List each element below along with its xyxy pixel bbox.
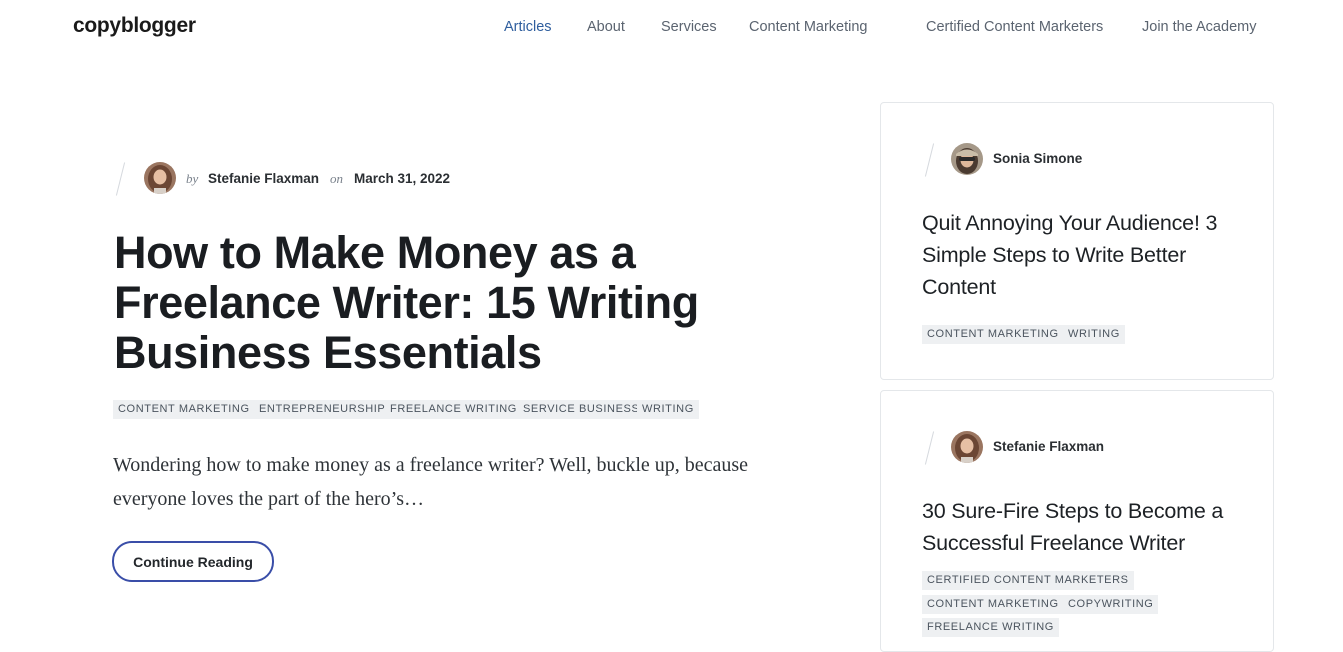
author-avatar[interactable] bbox=[144, 162, 176, 194]
author-name[interactable]: Stefanie Flaxman bbox=[993, 439, 1104, 454]
post-date: March 31, 2022 bbox=[354, 171, 451, 186]
meta-divider bbox=[924, 143, 935, 177]
continue-reading-button[interactable]: Continue Reading bbox=[112, 541, 274, 582]
nav-about[interactable]: About bbox=[587, 19, 625, 35]
tag-content-marketing[interactable]: CONTENT MARKETING bbox=[922, 325, 1064, 344]
author-avatar[interactable] bbox=[951, 431, 983, 463]
card-title[interactable]: Quit Annoying Your Audience! 3 Simple St… bbox=[922, 207, 1252, 303]
nav-certified-content-marketers[interactable]: Certified Content Marketers bbox=[926, 19, 1103, 35]
meta-divider bbox=[924, 431, 935, 465]
author-avatar[interactable] bbox=[951, 143, 983, 175]
date-prefix: on bbox=[330, 171, 343, 186]
tag-content-marketing[interactable]: CONTENT MARKETING bbox=[922, 595, 1064, 614]
tag-writing[interactable]: WRITING bbox=[637, 400, 699, 419]
sidebar-card: Stefanie Flaxman 30 Sure-Fire Steps to B… bbox=[880, 390, 1274, 652]
tag-service-business[interactable]: SERVICE BUSINESS bbox=[518, 400, 645, 419]
tag-writing[interactable]: WRITING bbox=[1063, 325, 1125, 344]
nav-content-marketing[interactable]: Content Marketing bbox=[749, 19, 867, 35]
tag-freelance-writing[interactable]: FREELANCE WRITING bbox=[385, 400, 522, 419]
sidebar-card: Sonia Simone Quit Annoying Your Audience… bbox=[880, 102, 1274, 380]
nav-articles[interactable]: Articles bbox=[504, 19, 552, 35]
meta-divider bbox=[115, 162, 126, 196]
tag-content-marketing[interactable]: CONTENT MARKETING bbox=[113, 400, 255, 419]
article-title[interactable]: How to Make Money as a Freelance Writer:… bbox=[114, 228, 814, 378]
tag-copywriting[interactable]: COPYWRITING bbox=[1063, 595, 1159, 614]
author-name[interactable]: Sonia Simone bbox=[993, 151, 1082, 166]
nav-join-the-academy[interactable]: Join the Academy bbox=[1142, 19, 1256, 35]
card-title[interactable]: 30 Sure-Fire Steps to Become a Successfu… bbox=[922, 495, 1252, 559]
nav-services[interactable]: Services bbox=[661, 19, 717, 35]
tag-certified-content-marketers[interactable]: CERTIFIED CONTENT MARKETERS bbox=[922, 571, 1134, 590]
byline-prefix: by bbox=[186, 171, 199, 186]
article-excerpt: Wondering how to make money as a freelan… bbox=[113, 454, 749, 510]
site-logo[interactable]: copyblogger bbox=[73, 14, 196, 38]
article-meta: by Stefanie Flaxman on March 31, 2022 bbox=[113, 160, 713, 196]
tag-entrepreneurship[interactable]: ENTREPRENEURSHIP bbox=[254, 400, 391, 419]
tag-freelance-writing[interactable]: FREELANCE WRITING bbox=[922, 618, 1059, 637]
author-name[interactable]: Stefanie Flaxman bbox=[208, 171, 319, 186]
